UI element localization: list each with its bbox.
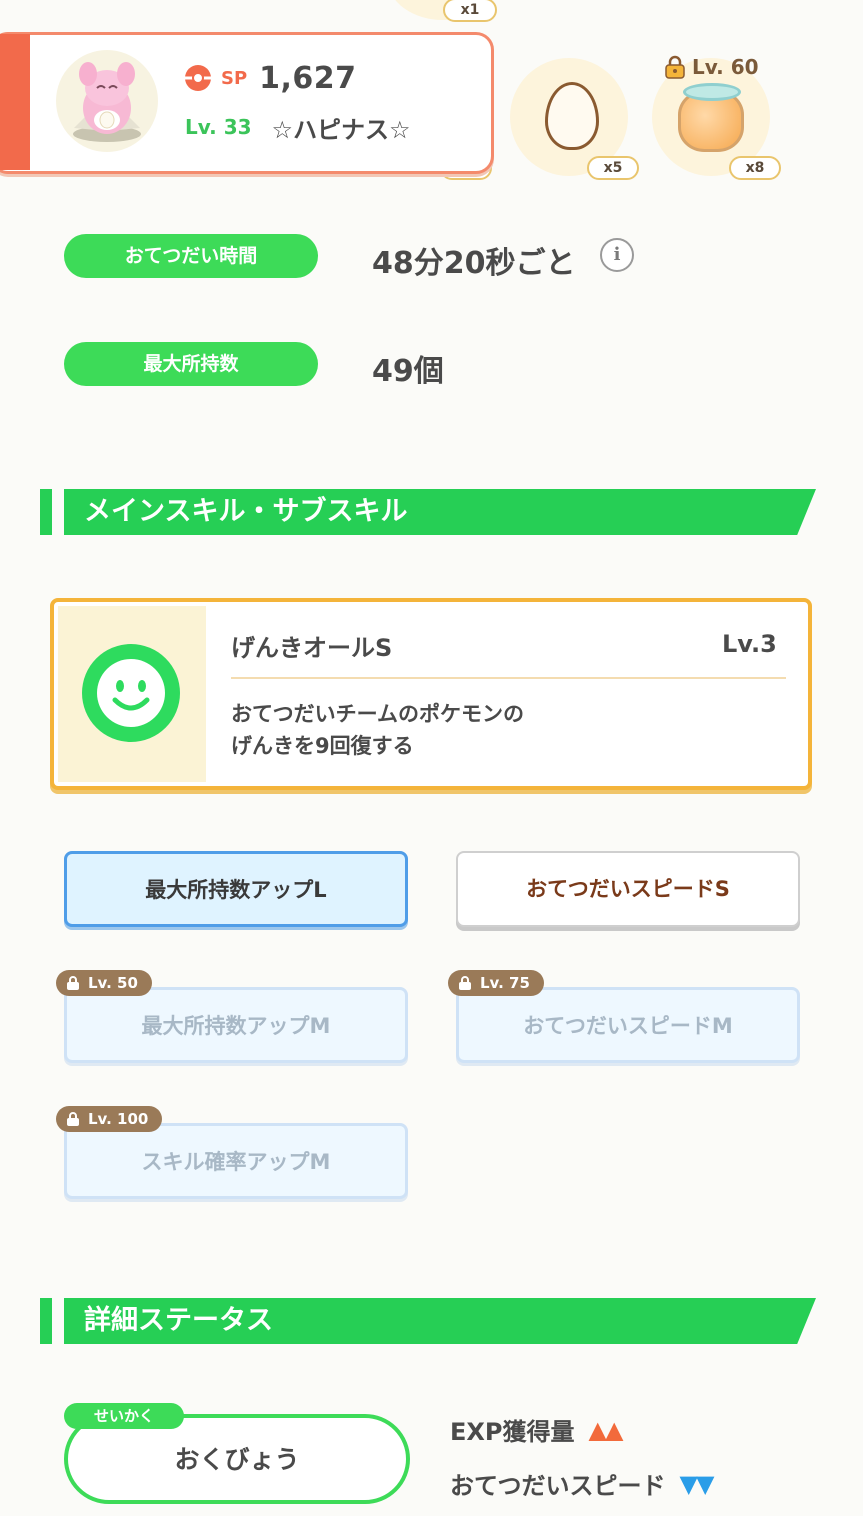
sub-skill-lock-tag-100: Lv. 100 [56,1106,163,1132]
pokemon-name: ☆ハピナス☆ [271,115,411,144]
sub-skill-unlock-level: Lv. 50 [88,974,138,992]
sp-row: SP 1,627 [183,60,357,96]
main-skill-name: げんきオールS [231,634,393,662]
sub-skill-help-speed-s[interactable]: おてつだいスピードS [456,851,800,927]
main-skill-level: Lv.3 [722,630,777,658]
help-time-label: おてつだい時間 [64,234,318,278]
sub-skill-help-speed-m[interactable]: おてつだいスピードM [456,987,800,1063]
main-skill-description: おてつだいチームのポケモンの げんきを9回復する [231,698,524,762]
sp-label: SP [221,67,248,89]
lock-icon [665,55,685,79]
pokemon-level: Lv. 33 [185,115,252,139]
details-section-title: 詳細ステータス [64,1298,816,1344]
sub-skill-unlock-level: Lv. 75 [480,974,530,992]
max-carry-value: 49個 [372,354,444,389]
sub-skill-skill-chance-m[interactable]: スキル確率アップM [64,1123,408,1199]
lock-icon [67,976,79,990]
sub-skill-lock-tag-75: Lv. 75 [448,970,544,996]
details-section-bar [40,1298,52,1344]
profile-accent-stripe [0,34,30,170]
nature-effect-up: EXP獲得量 ▲▲ [450,1412,624,1447]
smiley-skill-icon [82,644,180,742]
up-arrows-icon: ▲▲ [588,1415,624,1444]
partial-ingredient-count: x1 [443,0,497,22]
blissey-icon [73,62,141,142]
effect-down-label: おてつだいスピード [450,1472,666,1500]
main-skill-desc-line2: げんきを9回復する [231,734,414,758]
honey-jar-lid [683,83,741,101]
nature-tag: せいかく [64,1403,184,1429]
skills-section-bar [40,489,52,535]
ingredient-count-honey: x8 [729,156,781,180]
pokeball-icon [185,65,211,91]
main-skill-divider [231,677,786,679]
sub-skill-lock-tag-50: Lv. 50 [56,970,152,996]
skills-section-title: メインスキル・サブスキル [64,489,816,535]
sp-value: 1,627 [259,60,357,96]
sub-skill-max-carry-m[interactable]: 最大所持数アップM [64,987,408,1063]
sub-skill-max-carry-l[interactable]: 最大所持数アップL [64,851,408,927]
max-carry-label: 最大所持数 [64,342,318,386]
pokemon-avatar [56,50,158,152]
main-skill-desc-line1: おてつだいチームのポケモンの [231,702,524,726]
effect-up-label: EXP獲得量 [450,1418,575,1446]
nature-effect-down: おてつだいスピード ▼▼ [450,1466,715,1501]
ingredient-unlock-level: Lv. 60 [664,55,759,79]
ingredient-unlock-level-text: Lv. 60 [692,55,759,79]
info-icon[interactable]: i [600,238,634,272]
help-time-value: 48分20秒ごと [372,246,576,281]
level-name-row: Lv. 33 ☆ハピナス☆ [185,110,411,144]
lock-icon [67,1112,79,1126]
lock-icon [459,976,471,990]
sub-skill-unlock-level: Lv. 100 [88,1110,149,1128]
ingredient-count-egg: x5 [587,156,639,180]
down-arrows-icon: ▼▼ [679,1469,715,1498]
